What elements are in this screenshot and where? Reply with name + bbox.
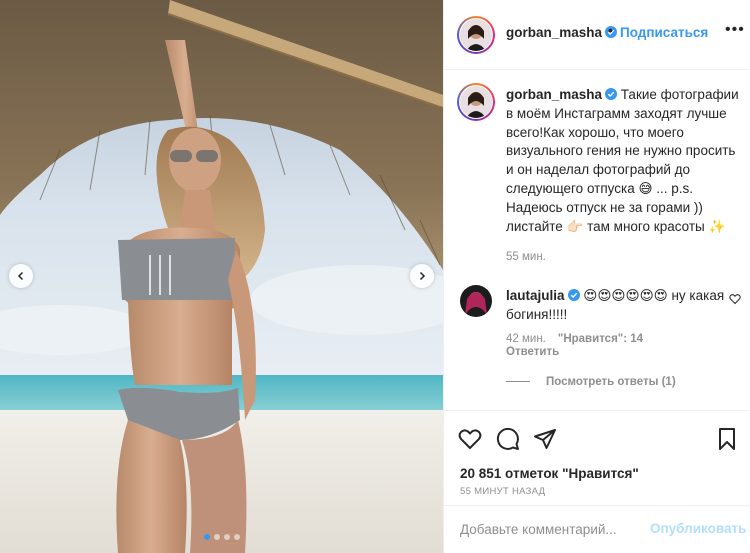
beach-photo-image bbox=[0, 0, 443, 553]
caption-username[interactable]: gorban_masha bbox=[506, 87, 602, 102]
add-comment-bar: Опубликовать bbox=[444, 505, 750, 553]
comment-text: lautajulia 😍😍😍😍😍😍 ну какая богиня!!!!! bbox=[506, 286, 726, 324]
post-timestamp[interactable]: 55 минут назад bbox=[460, 486, 545, 497]
avatar[interactable] bbox=[460, 19, 492, 51]
reply-button[interactable]: Ответить bbox=[506, 346, 559, 358]
heart-icon[interactable] bbox=[458, 427, 482, 451]
carousel-prev-button[interactable] bbox=[9, 264, 33, 288]
carousel-dot bbox=[234, 534, 240, 540]
comment-input[interactable] bbox=[460, 519, 640, 539]
post-side-panel: gorban_masha • Подписаться ••• gorban_ma… bbox=[443, 0, 750, 553]
carousel-indicator bbox=[204, 534, 240, 540]
view-replies-button[interactable]: Посмотреть ответы (1) bbox=[506, 376, 676, 388]
caption-avatar-ring[interactable] bbox=[457, 83, 495, 121]
post-header: gorban_masha • Подписаться ••• bbox=[444, 0, 750, 70]
verified-badge-icon bbox=[605, 88, 618, 100]
chevron-left-icon bbox=[17, 271, 24, 281]
author-username[interactable]: gorban_masha bbox=[506, 25, 618, 40]
more-options-icon[interactable]: ••• bbox=[725, 21, 745, 39]
avatar[interactable] bbox=[460, 86, 492, 118]
carousel-next-button[interactable] bbox=[410, 264, 434, 288]
action-bar: 20 851 отметок "Нравится" 55 минут назад bbox=[444, 410, 750, 515]
comment-icon[interactable] bbox=[496, 427, 520, 451]
comment-likes-count[interactable]: "Нравится": 14 bbox=[558, 333, 643, 345]
post-photo[interactable] bbox=[0, 0, 443, 553]
verified-badge-icon bbox=[567, 289, 580, 301]
follow-button[interactable]: Подписаться bbox=[620, 25, 708, 40]
view-replies-label: Посмотреть ответы (1) bbox=[546, 376, 676, 388]
likes-count[interactable]: 20 851 отметок "Нравится" bbox=[460, 466, 639, 481]
replies-divider-line bbox=[506, 381, 530, 382]
carousel-dot bbox=[204, 534, 210, 540]
comment-timestamp[interactable]: 42 мин. bbox=[506, 333, 546, 345]
comment-like-icon[interactable] bbox=[729, 293, 741, 305]
paper-plane-icon[interactable] bbox=[533, 427, 557, 451]
bookmark-icon[interactable] bbox=[715, 427, 739, 451]
author-avatar-ring[interactable] bbox=[457, 16, 495, 54]
carousel-dot bbox=[224, 534, 230, 540]
carousel-dot bbox=[214, 534, 220, 540]
avatar[interactable] bbox=[460, 285, 492, 317]
chevron-right-icon bbox=[419, 271, 426, 281]
caption-body: Такие фотографии в моём Инстаграмм заход… bbox=[506, 87, 739, 234]
header-separator: • bbox=[608, 22, 613, 38]
publish-button[interactable]: Опубликовать bbox=[650, 521, 746, 536]
comment-meta: 42 мин. "Нравится": 14 bbox=[506, 333, 655, 345]
caption-text: gorban_masha Такие фотографии в моём Инс… bbox=[506, 86, 742, 236]
comment-username[interactable]: lautajulia bbox=[506, 288, 565, 303]
caption-timestamp[interactable]: 55 мин. bbox=[506, 251, 546, 263]
